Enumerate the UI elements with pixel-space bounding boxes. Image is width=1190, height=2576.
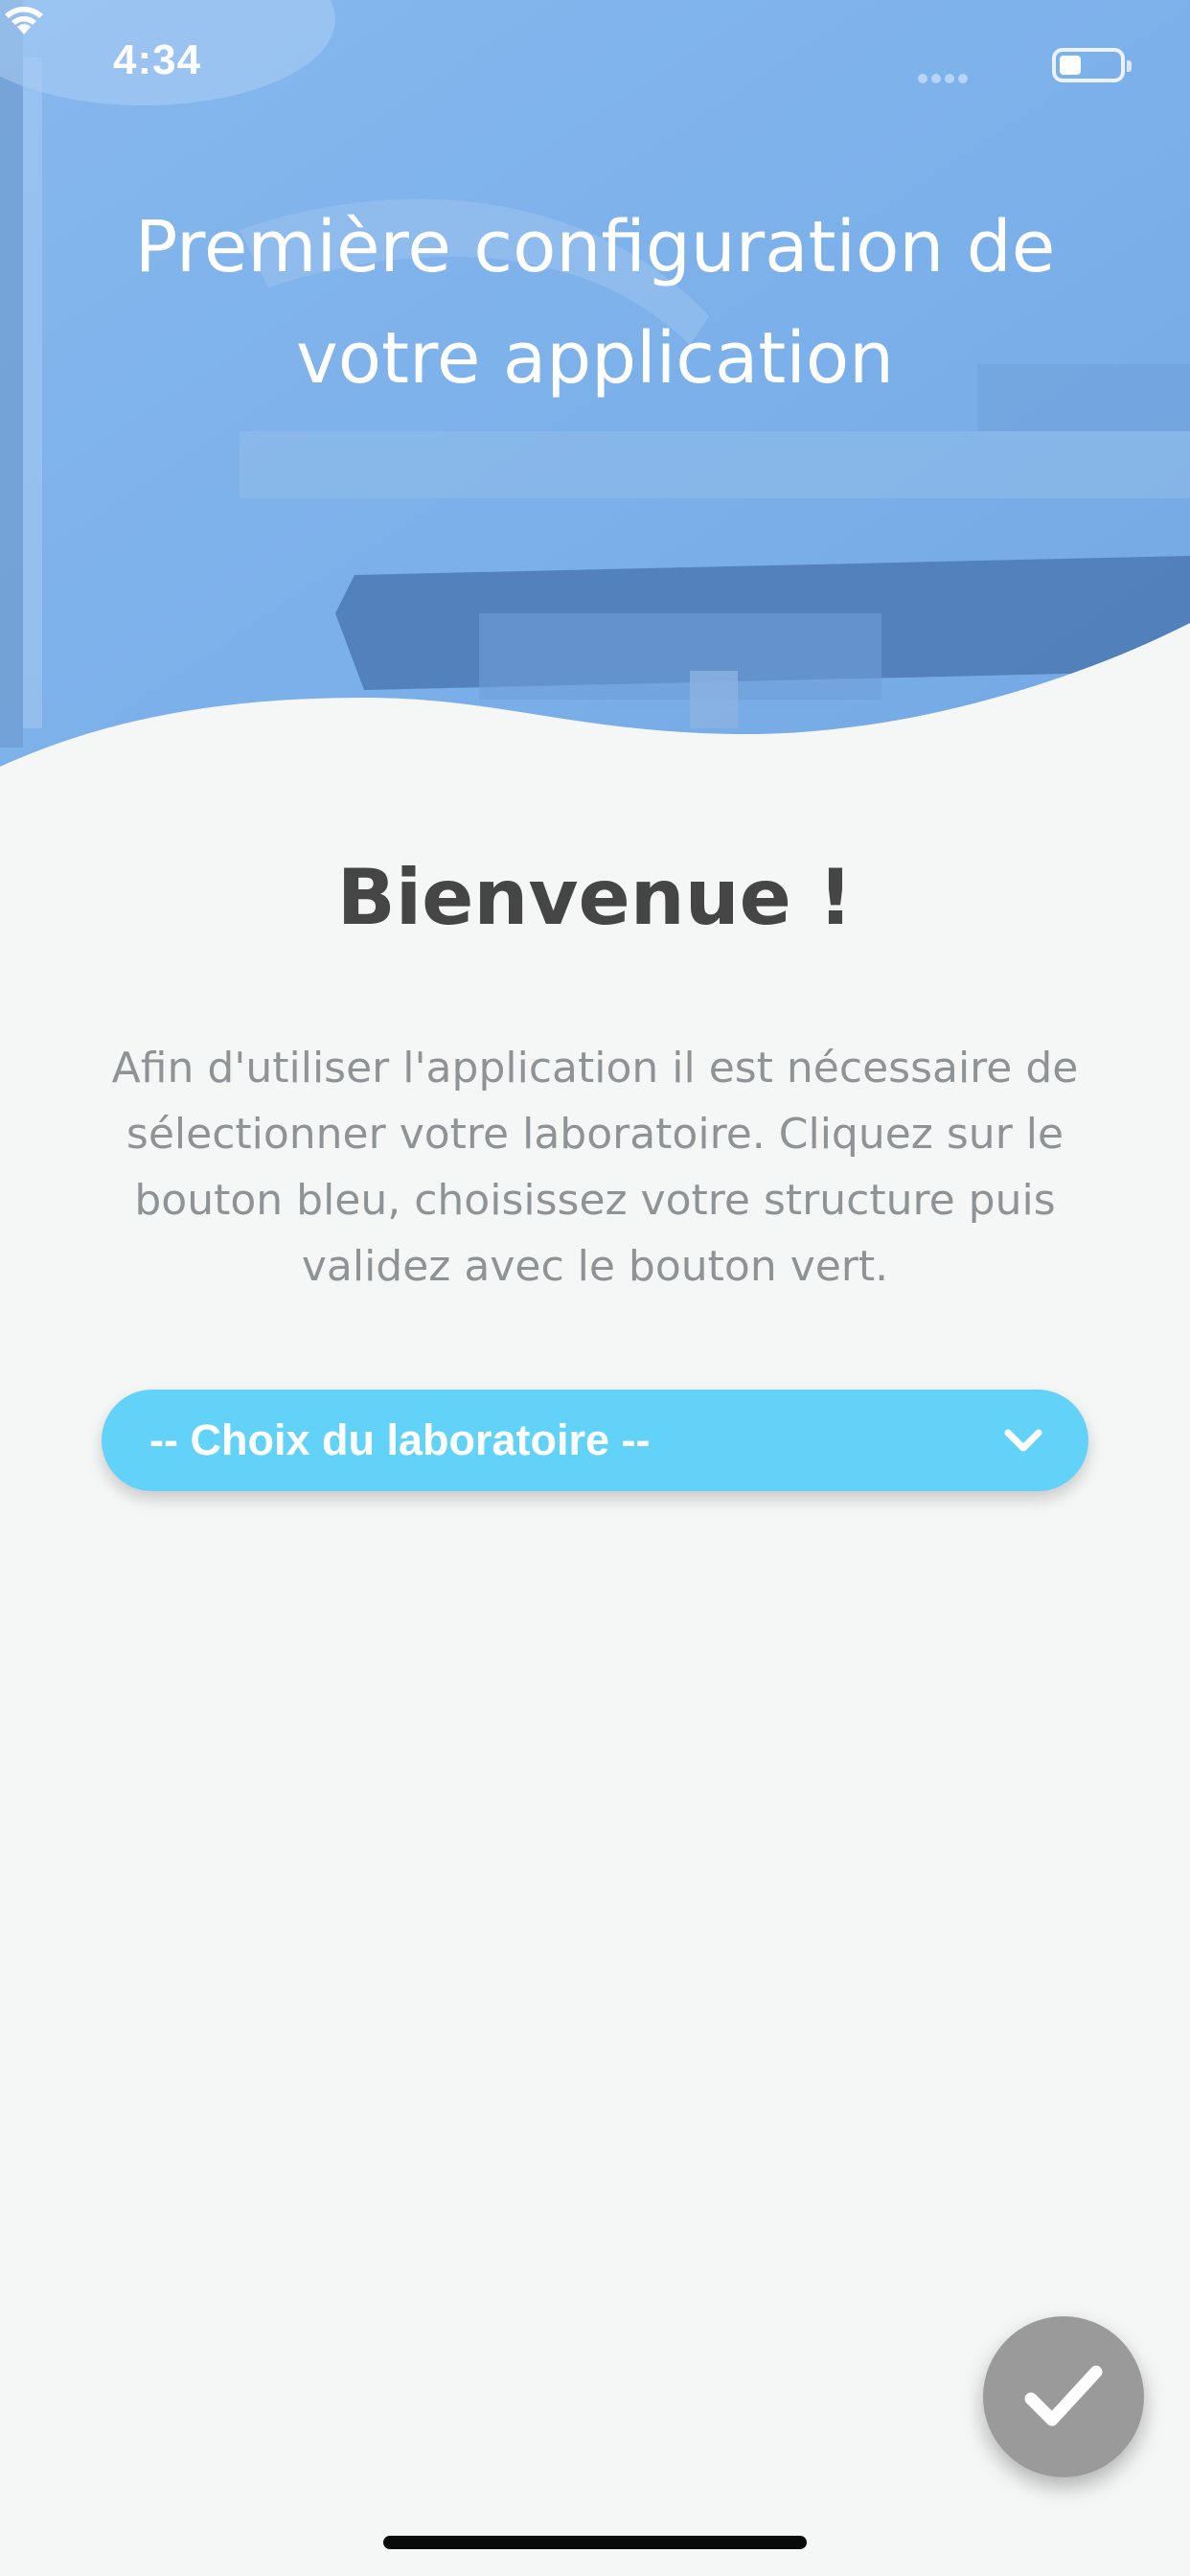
- header-banner: 4:34 Première configuration de votre app…: [0, 0, 1190, 786]
- lab-select-dropdown[interactable]: -- Choix du laboratoire --: [102, 1390, 1088, 1491]
- lab-select-label: -- Choix du laboratoire --: [149, 1415, 651, 1464]
- intro-text: Afin d'utiliser l'application il est néc…: [111, 1044, 1079, 1291]
- validate-button[interactable]: [983, 2316, 1144, 2477]
- battery-icon: [1052, 48, 1132, 82]
- chevron-down-icon: [1004, 1429, 1042, 1452]
- app-screen: 4:34 Première configuration de votre app…: [0, 0, 1190, 2576]
- page-title: Première configuration de votre applicat…: [134, 206, 1056, 400]
- cellular-signal-icon: [918, 69, 973, 83]
- check-icon: [1024, 2365, 1103, 2426]
- welcome-heading: Bienvenue !: [336, 853, 854, 942]
- wifi-icon: [5, 7, 43, 34]
- status-time: 4:34: [113, 36, 202, 83]
- home-indicator[interactable]: [383, 2536, 807, 2549]
